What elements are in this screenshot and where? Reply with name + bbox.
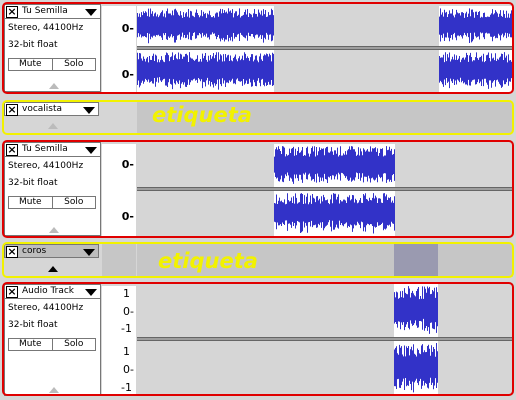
mute-button[interactable]: Mute	[9, 339, 53, 350]
ruler-tick: 1	[123, 287, 130, 300]
track-format: Stereo, 44100Hz	[8, 161, 84, 171]
ruler-tick: -1	[121, 381, 132, 394]
collapse-arrow-icon[interactable]	[49, 387, 59, 393]
waveform-svg	[137, 144, 513, 187]
solo-button[interactable]: Solo	[53, 339, 96, 350]
dropdown-arrow-icon[interactable]	[83, 249, 95, 256]
track-control-panel: × Audio Track Stereo, 44100Hz 32-bit flo…	[4, 284, 101, 396]
label-track-control: × vocalista	[4, 102, 101, 133]
label-track-2[interactable]: × coros etiqueta	[0, 240, 516, 280]
waveform-svg	[137, 50, 513, 92]
label-ruler	[102, 102, 136, 133]
selection-region[interactable]	[394, 244, 438, 277]
track-control-panel: × Tu Semilla Stereo, 44100Hz 32-bit floa…	[4, 142, 101, 236]
label-track-1[interactable]: × vocalista etiqueta	[0, 98, 516, 136]
vertical-ruler: 0- 0-	[102, 6, 136, 92]
ruler-tick: 1	[123, 345, 130, 358]
waveform-left[interactable]	[137, 284, 513, 337]
ruler-tick: 0-	[121, 68, 134, 81]
solo-button[interactable]: Solo	[53, 197, 96, 208]
waveform-svg	[137, 284, 513, 337]
audio-track-1[interactable]: × Tu Semilla Stereo, 44100Hz 32-bit floa…	[0, 0, 516, 96]
label-text[interactable]: etiqueta	[152, 103, 252, 127]
solo-button[interactable]: Solo	[53, 59, 96, 70]
track-name-menu[interactable]: × Tu Semilla	[5, 143, 100, 157]
collapse-arrow-icon[interactable]	[48, 123, 58, 129]
mute-button[interactable]: Mute	[9, 197, 53, 208]
waveform-svg	[137, 6, 513, 46]
waveform-svg	[137, 341, 513, 396]
vertical-ruler: 0- 0-	[102, 144, 136, 236]
ruler-tick: 0-	[123, 363, 134, 376]
waveform-right[interactable]	[137, 50, 513, 92]
ruler-tick: -1	[121, 322, 132, 335]
waveform-left[interactable]	[137, 144, 513, 187]
track-control-panel: × Tu Semilla Stereo, 44100Hz 32-bit floa…	[4, 4, 101, 92]
track-name-menu[interactable]: × Tu Semilla	[5, 5, 100, 19]
track-name: vocalista	[22, 104, 63, 114]
track-name-menu[interactable]: × Audio Track	[5, 285, 100, 299]
close-icon[interactable]: ×	[6, 286, 18, 298]
dropdown-arrow-icon[interactable]	[83, 107, 95, 114]
track-name: Tu Semilla	[22, 6, 68, 16]
collapse-arrow-icon[interactable]	[49, 227, 59, 233]
track-bitdepth: 32-bit float	[8, 40, 58, 50]
waveform-left[interactable]	[137, 6, 513, 46]
close-icon[interactable]: ×	[6, 246, 18, 258]
track-bitdepth: 32-bit float	[8, 178, 58, 188]
ruler-tick: 0-	[121, 210, 134, 223]
close-icon[interactable]: ×	[6, 144, 18, 156]
mute-solo-row: Mute Solo	[8, 58, 96, 71]
label-text[interactable]: etiqueta	[158, 249, 258, 273]
track-name: Tu Semilla	[22, 144, 68, 154]
track-name: coros	[22, 246, 47, 256]
waveform-right[interactable]	[137, 191, 513, 236]
mute-solo-row: Mute Solo	[8, 196, 96, 209]
close-icon[interactable]: ×	[6, 6, 18, 18]
track-bitdepth: 32-bit float	[8, 320, 58, 330]
label-track-control: × coros	[4, 244, 101, 277]
waveform-right[interactable]	[137, 341, 513, 396]
waveform-svg	[137, 191, 513, 236]
ruler-tick: 0-	[123, 305, 134, 318]
track-name-menu[interactable]: × vocalista	[4, 102, 99, 116]
vertical-ruler: 1 0- -1 1 0- -1	[102, 286, 136, 396]
collapse-arrow-icon[interactable]	[49, 83, 59, 89]
dropdown-arrow-icon[interactable]	[85, 9, 97, 16]
mute-button[interactable]: Mute	[9, 59, 53, 70]
label-ruler	[102, 244, 136, 277]
dropdown-arrow-icon[interactable]	[85, 147, 97, 154]
audio-track-2[interactable]: × Tu Semilla Stereo, 44100Hz 32-bit floa…	[0, 138, 516, 240]
track-name-menu[interactable]: × coros	[4, 244, 99, 258]
close-icon[interactable]: ×	[6, 104, 18, 116]
mute-solo-row: Mute Solo	[8, 338, 96, 351]
collapse-arrow-icon[interactable]	[48, 266, 58, 272]
ruler-tick: 0-	[121, 22, 134, 35]
ruler-tick: 0-	[121, 158, 134, 171]
dropdown-arrow-icon[interactable]	[85, 289, 97, 296]
track-format: Stereo, 44100Hz	[8, 303, 84, 313]
audio-track-3[interactable]: × Audio Track Stereo, 44100Hz 32-bit flo…	[0, 280, 516, 400]
track-name: Audio Track	[22, 286, 74, 296]
track-format: Stereo, 44100Hz	[8, 23, 84, 33]
